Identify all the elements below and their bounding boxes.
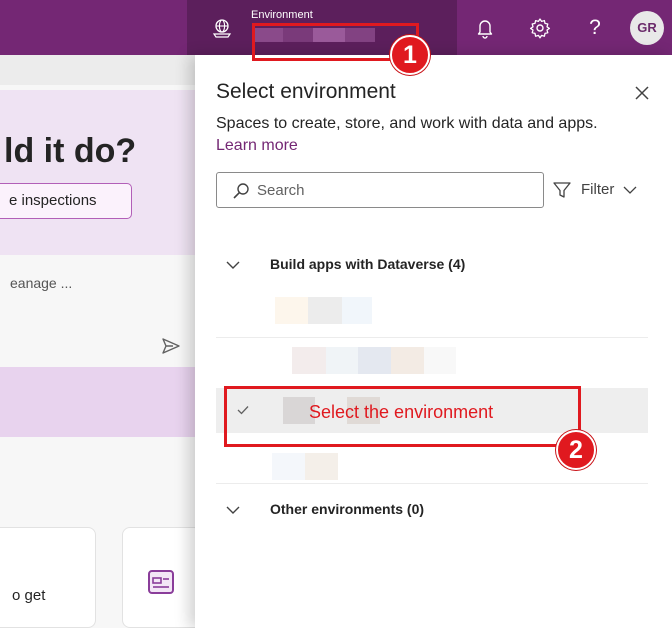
group-label: Other environments (0): [270, 501, 425, 517]
row-divider: [216, 337, 648, 338]
form-icon: [148, 570, 174, 594]
filter-button[interactable]: Filter: [552, 175, 642, 205]
filter-label: Filter: [581, 181, 615, 198]
promo-band: [0, 367, 195, 437]
close-icon[interactable]: [633, 84, 651, 102]
environment-row[interactable]: [216, 289, 648, 335]
search-box: [216, 172, 544, 208]
chevron-down-icon: [226, 261, 240, 269]
search-input[interactable]: [257, 173, 537, 207]
gear-icon[interactable]: [527, 15, 553, 41]
row-divider: [216, 483, 648, 484]
annotation-badge-2: 2: [556, 430, 596, 470]
help-icon[interactable]: ?: [582, 15, 608, 41]
group-label: Build apps with Dataverse (4): [270, 256, 466, 272]
suggestion-chip[interactable]: e inspections: [0, 183, 132, 219]
chevron-down-icon: [226, 506, 240, 514]
chevron-down-icon: [623, 186, 637, 194]
background-strip: [0, 55, 195, 85]
learn-more-link[interactable]: Learn more: [216, 137, 298, 155]
filter-icon: [553, 182, 571, 198]
panel-description: Spaces to create, store, and work with d…: [216, 115, 598, 132]
annotation-callout: Select the environment: [309, 402, 494, 422]
select-environment-panel: Select environment Spaces to create, sto…: [195, 55, 672, 628]
globe-icon: [212, 19, 232, 38]
background-page: ld it do? e inspections eanage ... o get: [0, 55, 195, 628]
panel-title: Select environment: [216, 80, 396, 103]
prompt-text: eanage ...: [10, 275, 73, 291]
annotation-badge-1: 1: [390, 35, 430, 75]
group-header-dataverse[interactable]: Build apps with Dataverse (4): [225, 253, 645, 277]
send-icon[interactable]: [161, 336, 181, 356]
environment-row[interactable]: [216, 340, 648, 386]
info-card[interactable]: [0, 527, 96, 628]
hero-heading: ld it do?: [4, 132, 137, 170]
hero-section: [0, 90, 195, 255]
group-header-other[interactable]: Other environments (0): [225, 498, 645, 522]
card-text: o get: [12, 587, 46, 604]
bell-icon[interactable]: [472, 15, 498, 41]
search-icon: [233, 183, 249, 199]
avatar[interactable]: GR: [630, 11, 664, 45]
environment-label: Environment: [251, 9, 313, 21]
